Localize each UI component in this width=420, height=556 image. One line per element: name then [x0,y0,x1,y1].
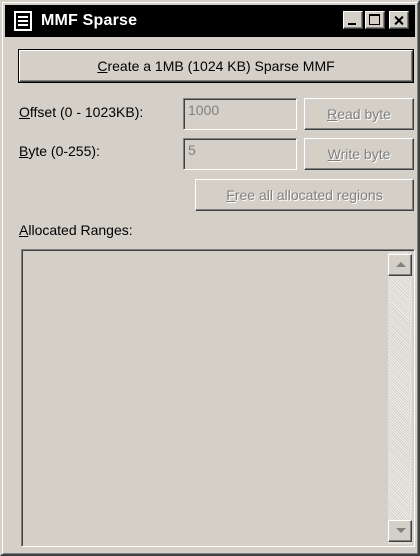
close-icon[interactable] [389,11,409,29]
byte-label: Byte (0-255): [19,143,100,159]
document-grid-icon [14,11,32,31]
write-byte-button[interactable]: Write byte [304,138,414,170]
offset-input[interactable]: 1000 [183,98,297,130]
scroll-down-arrow-icon[interactable] [388,520,412,542]
read-byte-label: Read byte [327,106,391,122]
create-sparse-mmf-button[interactable]: Create a 1MB (1024 KB) Sparse MMF [18,49,414,83]
window-title: MMF Sparse [41,12,138,29]
free-all-regions-button[interactable]: Free all allocated regions [195,179,414,211]
byte-input[interactable]: 5 [183,138,297,170]
create-button-label: Create a 1MB (1024 KB) Sparse MMF [97,58,335,74]
minimize-icon[interactable] [343,11,363,29]
allocated-ranges-list[interactable] [21,249,415,547]
scroll-up-arrow-icon[interactable] [388,254,412,276]
allocated-ranges-label: Allocated Ranges: [19,222,133,238]
free-all-regions-label: Free all allocated regions [226,187,383,203]
maximize-icon[interactable] [365,11,385,29]
vertical-scrollbar[interactable] [388,252,412,544]
window-controls [341,11,409,29]
write-byte-label: Write byte [327,146,391,162]
title-bar[interactable]: MMF Sparse [5,5,415,37]
offset-label: Offset (0 - 1023KB): [19,104,144,120]
read-byte-button[interactable]: Read byte [304,98,414,130]
mmf-sparse-window: MMF Sparse Create a 1MB (1024 KB) Sparse… [0,0,420,556]
